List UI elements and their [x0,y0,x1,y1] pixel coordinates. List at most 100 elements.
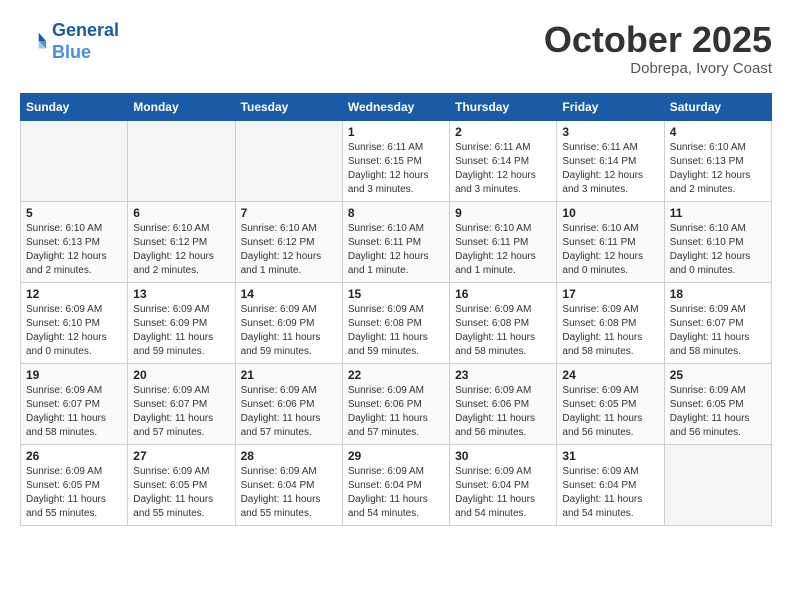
weekday-header-sunday: Sunday [21,93,128,120]
calendar-cell: 2Sunrise: 6:11 AM Sunset: 6:14 PM Daylig… [450,120,557,201]
calendar-cell: 30 Sunrise: 6:09 AM Sunset: 6:04 PM Dayli… [450,444,557,525]
calendar-cell: 11Sunrise: 6:10 AM Sunset: 6:10 PM Dayli… [664,201,771,282]
day-number: 3 [562,125,658,139]
day-info: Sunrise: 6:09 AM Sunset: 6:07 PM Dayligh… [670,303,766,359]
calendar-cell [21,120,128,201]
day-number: 30 [455,449,551,463]
day-info: Sunrise: 6:09 AM Sunset: 6:06 PM Dayligh… [241,384,337,440]
calendar-cell: 6Sunrise: 6:10 AM Sunset: 6:12 PM Daylig… [128,201,235,282]
calendar-cell: 25 Sunrise: 6:09 AM Sunset: 6:05 PM Dayli… [664,363,771,444]
weekday-header-friday: Friday [557,93,664,120]
calendar-cell: 27Sunrise: 6:09 AM Sunset: 6:05 PM Dayli… [128,444,235,525]
day-info: Sunrise: 6:10 AM Sunset: 6:11 PM Dayligh… [455,222,551,278]
weekday-header-saturday: Saturday [664,93,771,120]
calendar-cell: 20 Sunrise: 6:09 AM Sunset: 6:07 PM Dayli… [128,363,235,444]
calendar-cell: 16Sunrise: 6:09 AM Sunset: 6:08 PM Dayli… [450,282,557,363]
day-number: 5 [26,206,122,220]
calendar-cell: 7Sunrise: 6:10 AM Sunset: 6:12 PM Daylig… [235,201,342,282]
day-number: 4 [670,125,766,139]
calendar-cell: 21 Sunrise: 6:09 AM Sunset: 6:06 PM Dayli… [235,363,342,444]
day-info: Sunrise: 6:09 AM Sunset: 6:08 PM Dayligh… [562,303,658,359]
calendar-cell: 17 Sunrise: 6:09 AM Sunset: 6:08 PM Dayli… [557,282,664,363]
day-number: 1 [348,125,444,139]
day-info: Sunrise: 6:09 AM Sunset: 6:04 PM Dayligh… [348,465,444,521]
weekday-header-wednesday: Wednesday [342,93,449,120]
day-number: 9 [455,206,551,220]
day-info: Sunrise: 6:10 AM Sunset: 6:13 PM Dayligh… [26,222,122,278]
day-info: Sunrise: 6:10 AM Sunset: 6:11 PM Dayligh… [562,222,658,278]
calendar-cell: 5 Sunrise: 6:10 AM Sunset: 6:13 PM Daylig… [21,201,128,282]
day-number: 21 [241,368,337,382]
calendar-cell: 28Sunrise: 6:09 AM Sunset: 6:04 PM Dayli… [235,444,342,525]
day-info: Sunrise: 6:09 AM Sunset: 6:05 PM Dayligh… [670,384,766,440]
day-info: Sunrise: 6:10 AM Sunset: 6:12 PM Dayligh… [133,222,229,278]
weekday-header-monday: Monday [128,93,235,120]
calendar-cell [128,120,235,201]
day-number: 10 [562,206,658,220]
day-info: Sunrise: 6:09 AM Sunset: 6:05 PM Dayligh… [26,465,122,521]
day-info: Sunrise: 6:11 AM Sunset: 6:14 PM Dayligh… [562,141,658,197]
calendar-cell: 22 Sunrise: 6:09 AM Sunset: 6:06 PM Dayli… [342,363,449,444]
day-number: 13 [133,287,229,301]
day-info: Sunrise: 6:09 AM Sunset: 6:07 PM Dayligh… [133,384,229,440]
calendar-cell: 9 Sunrise: 6:10 AM Sunset: 6:11 PM Daylig… [450,201,557,282]
day-number: 22 [348,368,444,382]
calendar-table: SundayMondayTuesdayWednesdayThursdayFrid… [20,93,772,526]
day-number: 2 [455,125,551,139]
calendar-cell: 4 Sunrise: 6:10 AM Sunset: 6:13 PM Daylig… [664,120,771,201]
calendar-cell: 31 Sunrise: 6:09 AM Sunset: 6:04 PM Dayli… [557,444,664,525]
calendar-week-row: 26 Sunrise: 6:09 AM Sunset: 6:05 PM Dayli… [21,444,772,525]
calendar-cell: 10 Sunrise: 6:10 AM Sunset: 6:11 PM Dayli… [557,201,664,282]
day-number: 27 [133,449,229,463]
calendar-cell: 15 Sunrise: 6:09 AM Sunset: 6:08 PM Dayli… [342,282,449,363]
day-info: Sunrise: 6:09 AM Sunset: 6:06 PM Dayligh… [348,384,444,440]
day-number: 16 [455,287,551,301]
calendar-cell: 14Sunrise: 6:09 AM Sunset: 6:09 PM Dayli… [235,282,342,363]
calendar-week-row: 5 Sunrise: 6:10 AM Sunset: 6:13 PM Daylig… [21,201,772,282]
day-number: 15 [348,287,444,301]
calendar-cell: 13Sunrise: 6:09 AM Sunset: 6:09 PM Dayli… [128,282,235,363]
day-number: 20 [133,368,229,382]
calendar-cell: 3 Sunrise: 6:11 AM Sunset: 6:14 PM Daylig… [557,120,664,201]
calendar-cell: 8 Sunrise: 6:10 AM Sunset: 6:11 PM Daylig… [342,201,449,282]
day-info: Sunrise: 6:09 AM Sunset: 6:08 PM Dayligh… [348,303,444,359]
calendar-cell: 19 Sunrise: 6:09 AM Sunset: 6:07 PM Dayli… [21,363,128,444]
logo: GeneralBlue [20,20,119,63]
day-info: Sunrise: 6:09 AM Sunset: 6:04 PM Dayligh… [455,465,551,521]
day-number: 8 [348,206,444,220]
day-info: Sunrise: 6:10 AM Sunset: 6:13 PM Dayligh… [670,141,766,197]
day-number: 28 [241,449,337,463]
day-number: 18 [670,287,766,301]
day-number: 26 [26,449,122,463]
day-info: Sunrise: 6:09 AM Sunset: 6:04 PM Dayligh… [562,465,658,521]
day-number: 24 [562,368,658,382]
weekday-header-thursday: Thursday [450,93,557,120]
calendar-cell: 12Sunrise: 6:09 AM Sunset: 6:10 PM Dayli… [21,282,128,363]
day-info: Sunrise: 6:09 AM Sunset: 6:09 PM Dayligh… [241,303,337,359]
page-header: GeneralBlue October 2025 Dobrepa, Ivory … [20,20,772,77]
day-info: Sunrise: 6:09 AM Sunset: 6:06 PM Dayligh… [455,384,551,440]
day-info: Sunrise: 6:11 AM Sunset: 6:15 PM Dayligh… [348,141,444,197]
calendar-cell [664,444,771,525]
day-number: 23 [455,368,551,382]
calendar-header-row: SundayMondayTuesdayWednesdayThursdayFrid… [21,93,772,120]
calendar-cell: 1 Sunrise: 6:11 AM Sunset: 6:15 PM Daylig… [342,120,449,201]
day-number: 17 [562,287,658,301]
calendar-week-row: 19 Sunrise: 6:09 AM Sunset: 6:07 PM Dayli… [21,363,772,444]
day-number: 25 [670,368,766,382]
logo-text: GeneralBlue [52,20,119,63]
day-number: 19 [26,368,122,382]
day-info: Sunrise: 6:09 AM Sunset: 6:07 PM Dayligh… [26,384,122,440]
day-info: Sunrise: 6:10 AM Sunset: 6:11 PM Dayligh… [348,222,444,278]
day-number: 7 [241,206,337,220]
calendar-week-row: 12Sunrise: 6:09 AM Sunset: 6:10 PM Dayli… [21,282,772,363]
calendar-cell: 18 Sunrise: 6:09 AM Sunset: 6:07 PM Dayli… [664,282,771,363]
calendar-cell [235,120,342,201]
calendar-cell: 23 Sunrise: 6:09 AM Sunset: 6:06 PM Dayli… [450,363,557,444]
day-number: 29 [348,449,444,463]
calendar-cell: 29 Sunrise: 6:09 AM Sunset: 6:04 PM Dayli… [342,444,449,525]
title-block: October 2025 Dobrepa, Ivory Coast [544,20,772,77]
day-info: Sunrise: 6:10 AM Sunset: 6:10 PM Dayligh… [670,222,766,278]
day-number: 31 [562,449,658,463]
calendar-cell: 24Sunrise: 6:09 AM Sunset: 6:05 PM Dayli… [557,363,664,444]
